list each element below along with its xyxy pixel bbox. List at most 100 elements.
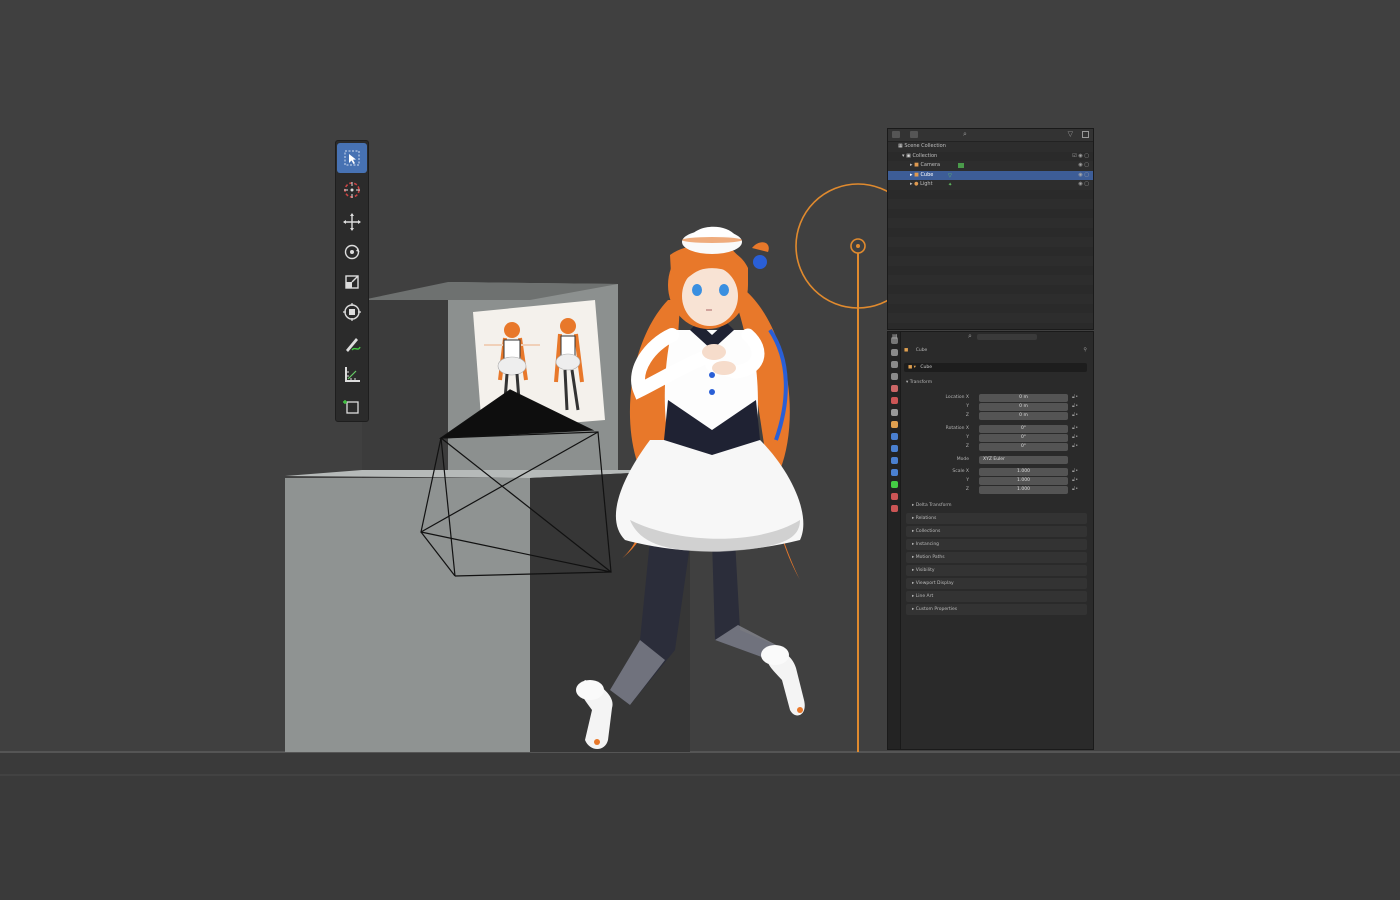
rotation-x-label: Rotation X [945, 426, 969, 431]
camera-data-icon [958, 163, 964, 168]
rotate-icon [344, 244, 360, 260]
cursor-icon [344, 182, 360, 198]
scale-y-lock-icon[interactable]: 🔓︎• [1072, 477, 1078, 483]
world-tab-icon[interactable] [890, 397, 898, 404]
location-z-label: Z [965, 413, 969, 418]
object-data-label: Cube [920, 365, 933, 370]
collection-visibility-icons[interactable]: ☑ ◉ ▢ [1072, 152, 1089, 162]
location-z-field[interactable]: 0 m [979, 412, 1068, 420]
properties-panel: ▤ ⌕ ■ Cube ⚲ ■ ▾ Cube ▾ Transform Locati… [887, 331, 1094, 750]
select-box-tool[interactable] [337, 143, 367, 173]
scale-x-lock-icon[interactable]: 🔓︎• [1072, 468, 1078, 474]
rotate-tool[interactable] [337, 237, 367, 267]
rotation-y-label: Y [966, 435, 969, 440]
rotation-z-lock-icon[interactable]: 🔓︎• [1072, 443, 1078, 449]
annotate-icon [346, 338, 361, 352]
outliner-item-cube[interactable]: ▸ ■ Cube ▽ ◉ ▢ [888, 170, 1093, 181]
location-x-label: Location X [945, 395, 969, 400]
scale-z-field[interactable]: 1.000 [979, 486, 1068, 494]
cursor-tool[interactable] [337, 175, 367, 205]
rotation-z-label: Z [965, 444, 969, 449]
modifier-tab-icon[interactable] [890, 433, 898, 440]
outliner-search-icon[interactable]: ⌕ [963, 130, 967, 139]
light-visibility-icons[interactable]: ◉ ▢ [1078, 180, 1089, 190]
material-tab-icon[interactable] [890, 493, 898, 500]
section-instancing[interactable]: ▸ Instancing [906, 539, 1087, 550]
scale-tool[interactable] [337, 267, 367, 297]
outliner-scene-collection[interactable]: ▦ Scene Collection [888, 142, 1093, 152]
scene-tab-icon[interactable] [890, 385, 898, 392]
rotation-x-lock-icon[interactable]: 🔓︎• [1072, 425, 1078, 431]
outliner-collection[interactable]: ▾ ▣ Collection ☑ ◉ ▢ [888, 152, 1093, 162]
move-icon [343, 213, 361, 231]
section-custom-properties[interactable]: ▸ Custom Properties [906, 604, 1087, 615]
location-x-lock-icon[interactable]: 🔓︎• [1072, 394, 1078, 400]
particles-tab-icon[interactable] [890, 445, 898, 452]
transform-tool[interactable] [337, 297, 367, 327]
location-y-label: Y [966, 404, 969, 409]
light-data-icon: ✦ [948, 182, 953, 188]
render-tab-icon[interactable] [890, 349, 898, 356]
properties-body: ▤ ⌕ ■ Cube ⚲ ■ ▾ Cube ▾ Transform Locati… [892, 332, 1091, 749]
transform-header[interactable]: ▾ Transform [906, 380, 932, 385]
measure-tool[interactable] [337, 359, 367, 389]
scale-y-label: Y [966, 478, 969, 483]
outliner-panel: ⌕ ▽ ▦ Scene Collection ▾ ▣ Collection ☑ … [887, 128, 1094, 330]
camera-visibility-icons[interactable]: ◉ ▢ [1078, 161, 1089, 171]
location-z-lock-icon[interactable]: 🔓︎• [1072, 412, 1078, 418]
move-tool[interactable] [337, 207, 367, 237]
outliner-item-camera[interactable]: ▸ ■ Camera ◉ ▢ [888, 161, 1093, 171]
outliner-funnel-icon[interactable]: ▽ [1068, 130, 1073, 138]
viewport-3d[interactable] [0, 0, 1400, 900]
collection-tab-icon[interactable] [890, 409, 898, 416]
view-layer-tab-icon[interactable] [890, 373, 898, 380]
object-name-row: ■ Cube [904, 348, 927, 353]
constraints-tab-icon[interactable] [890, 469, 898, 476]
outliner-filter-icon[interactable] [910, 131, 918, 138]
object-data-tab-icon[interactable] [890, 481, 898, 488]
rotation-y-lock-icon[interactable]: 🔓︎• [1072, 434, 1078, 440]
cube-visibility-icons[interactable]: ◉ ▢ [1078, 171, 1089, 181]
location-y-lock-icon[interactable]: 🔓︎• [1072, 403, 1078, 409]
object-name-field[interactable]: ■ ▾ Cube [904, 363, 1087, 372]
scale-z-lock-icon[interactable]: 🔓︎• [1072, 486, 1078, 492]
texture-tab-icon[interactable] [890, 505, 898, 512]
object-data-icon: ■ ▾ [908, 365, 916, 370]
scale-y-field[interactable]: 1.000 [979, 477, 1068, 485]
pin-icon[interactable]: ⚲ [1083, 347, 1087, 353]
annotate-tool[interactable] [337, 329, 367, 359]
section-viewport-display[interactable]: ▸ Viewport Display [906, 578, 1087, 589]
outliner-display-mode-icon[interactable] [892, 131, 900, 138]
section-visibility[interactable]: ▸ Visibility [906, 565, 1087, 576]
scale-z-label: Z [965, 487, 969, 492]
section-line-art[interactable]: ▸ Line Art [906, 591, 1087, 602]
physics-tab-icon[interactable] [890, 457, 898, 464]
location-y-field[interactable]: 0 m [979, 403, 1068, 411]
section-relations[interactable]: ▸ Relations [906, 513, 1087, 524]
select-box-icon [344, 150, 360, 166]
scale-icon [345, 275, 359, 289]
rotation-x-field[interactable]: 0° [979, 425, 1068, 433]
delta-transform-header[interactable]: ▸ Delta Transform [912, 503, 952, 508]
location-x-field[interactable]: 0 m [979, 394, 1068, 402]
object-tab-icon[interactable] [890, 421, 898, 428]
viewport-floor [0, 752, 1400, 900]
scale-x-field[interactable]: 1.000 [979, 468, 1068, 476]
rotation-mode-select[interactable]: XYZ Euler [979, 456, 1068, 464]
properties-tab-bar [888, 332, 901, 749]
output-tab-icon[interactable] [890, 361, 898, 368]
add-cube-tool[interactable] [337, 391, 367, 421]
measure-icon [345, 367, 360, 382]
section-collections[interactable]: ▸ Collections [906, 526, 1087, 537]
properties-editor-icon[interactable]: ▤ [892, 333, 898, 340]
object-name-label: Cube [915, 348, 928, 353]
outliner-header: ⌕ ▽ [888, 129, 1093, 142]
section-motion-paths[interactable]: ▸ Motion Paths [906, 552, 1087, 563]
properties-search-icon[interactable]: ⌕ [968, 332, 972, 341]
outliner-new-collection-icon[interactable] [1082, 131, 1089, 138]
rotation-y-field[interactable]: 0° [979, 434, 1068, 442]
rotation-z-field[interactable]: 0° [979, 443, 1068, 451]
object-name-icon: ■ [904, 348, 909, 353]
outliner-item-light[interactable]: ▸ ● Light ✦ ◉ ▢ [888, 180, 1093, 190]
properties-search-field[interactable] [977, 334, 1037, 340]
